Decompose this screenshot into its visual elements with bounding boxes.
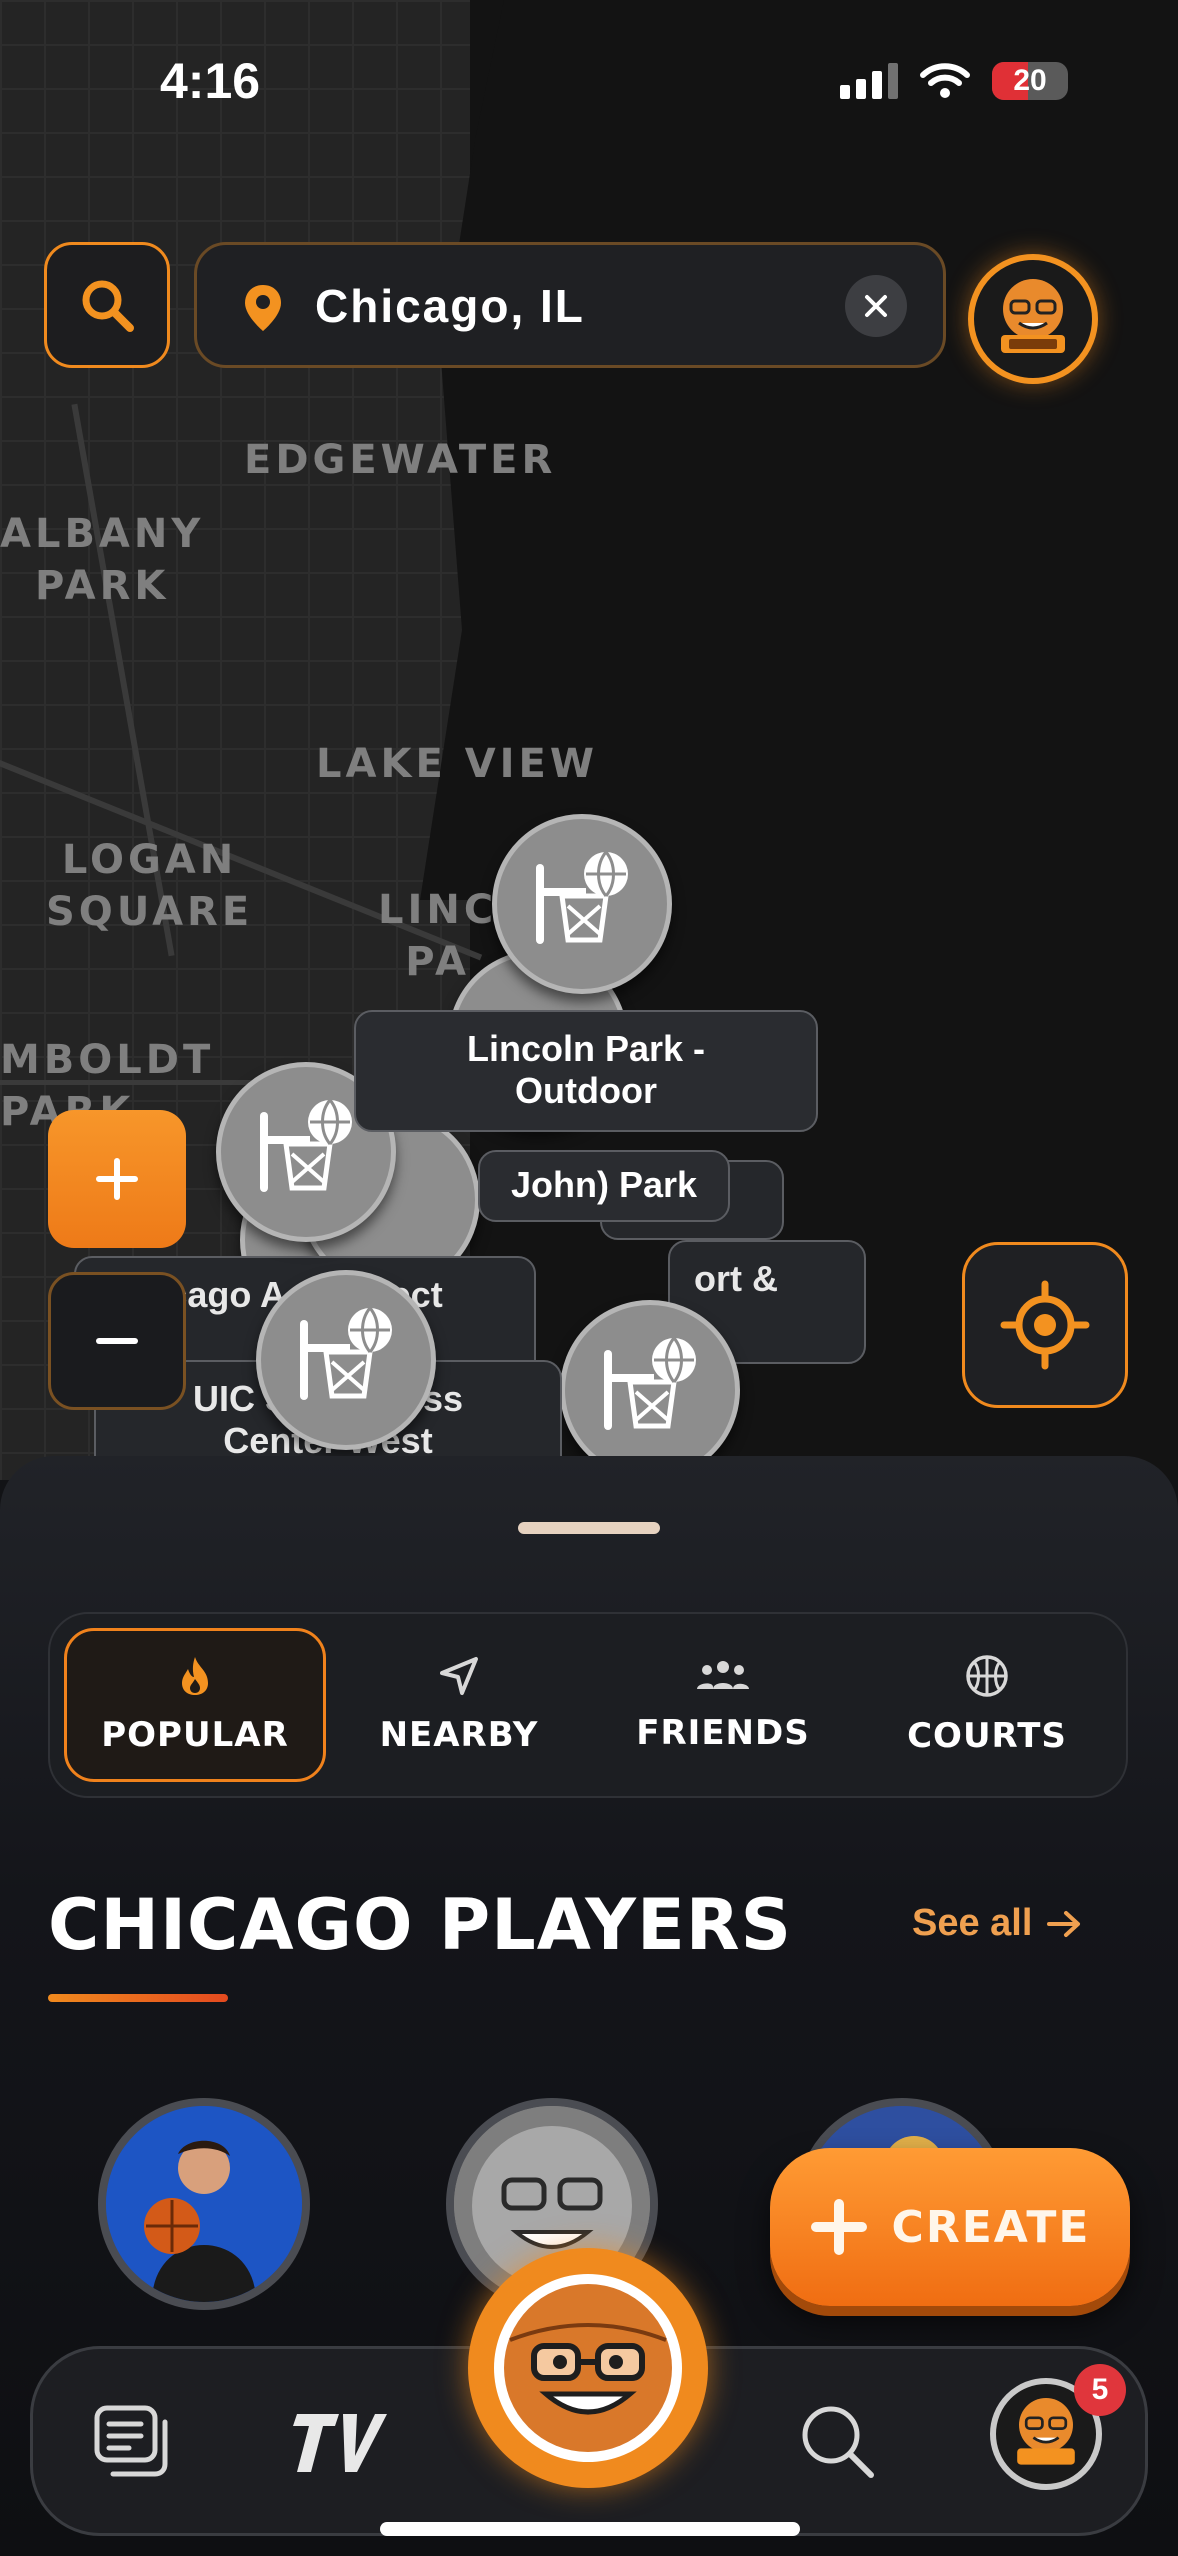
profile-avatar-button[interactable]	[968, 254, 1098, 384]
create-label: CREATE	[891, 2201, 1091, 2253]
flame-icon	[182, 1657, 208, 1695]
location-input[interactable]: Chicago, IL	[315, 279, 585, 333]
tab-nearby[interactable]: NEARBY	[328, 1628, 590, 1782]
minus-icon	[96, 1338, 138, 1344]
status-time: 4:16	[160, 53, 261, 109]
basketball-hoop-icon	[604, 1337, 696, 1430]
basketball-icon	[966, 1655, 1008, 1697]
tab-label: NEARBY	[379, 1715, 539, 1755]
nav-feed[interactable]	[78, 2386, 188, 2496]
close-icon	[865, 295, 887, 317]
arrow-right-icon	[1047, 1910, 1081, 1937]
section-title: CHICAGO PLAYERS	[48, 1884, 793, 1966]
court-marker[interactable]	[256, 1270, 436, 1450]
battery-icon: 20	[992, 62, 1068, 100]
basketball-hoop-icon	[300, 1307, 392, 1400]
filter-tabs: POPULAR NEARBY FRIENDS COURTS	[48, 1612, 1128, 1798]
tab-friends[interactable]: FRIENDS	[592, 1628, 854, 1782]
sheet-grabber[interactable]	[518, 1522, 660, 1534]
search-button[interactable]	[44, 242, 170, 368]
player-avatar[interactable]	[98, 2098, 310, 2310]
plus-icon	[96, 1158, 138, 1200]
people-icon	[697, 1661, 749, 1689]
tab-courts[interactable]: COURTS	[856, 1628, 1118, 1782]
tab-label: COURTS	[907, 1716, 1067, 1756]
crosshair-icon	[1000, 1280, 1090, 1370]
battery-level: 20	[1013, 64, 1047, 97]
zoom-out-button[interactable]	[48, 1272, 186, 1410]
my-location-button[interactable]	[962, 1242, 1128, 1408]
basketball-hoop-icon	[536, 851, 628, 944]
zoom-in-button[interactable]	[48, 1110, 186, 1248]
status-icons: 20	[840, 62, 1068, 100]
notification-badge: 5	[1074, 2364, 1126, 2416]
plus-icon	[810, 2199, 867, 2255]
search-icon	[802, 2406, 874, 2478]
clear-location-button[interactable]	[845, 275, 907, 337]
neighborhood-label: LAKE VIEW	[316, 741, 598, 787]
tab-label: FRIENDS	[636, 1713, 810, 1753]
court-label[interactable]: John) Park	[478, 1150, 730, 1222]
player-photo	[106, 2106, 302, 2302]
see-all-link[interactable]: See all	[912, 1902, 1082, 1945]
nav-search[interactable]	[782, 2386, 892, 2496]
feed-icon	[94, 2405, 168, 2477]
basketball-hoop-icon	[260, 1099, 352, 1192]
title-underline	[48, 1994, 228, 2002]
search-icon	[82, 280, 134, 332]
court-label-lincoln-park[interactable]: Lincoln Park - Outdoor	[354, 1010, 818, 1132]
check-u-mascot-logo	[1001, 279, 1065, 353]
court-marker[interactable]	[492, 814, 672, 994]
see-all-label: See all	[912, 1902, 1033, 1944]
navigation-arrow-icon	[440, 1657, 478, 1695]
tab-popular[interactable]: POPULAR	[64, 1628, 326, 1782]
tv-icon	[293, 2414, 387, 2472]
neighborhood-label: EDGEWATER	[244, 437, 557, 483]
nav-home-mascot[interactable]	[468, 2248, 708, 2488]
location-pin-icon	[245, 285, 281, 331]
nav-tv[interactable]	[284, 2386, 394, 2496]
neighborhood-label: ALBANY PARK	[0, 511, 205, 609]
cellular-signal-icon	[840, 63, 898, 99]
court-marker[interactable]	[560, 1300, 740, 1480]
basketball-mascot-icon	[494, 2274, 682, 2462]
wifi-icon	[920, 63, 970, 98]
neighborhood-label: LOGAN SQUARE	[46, 837, 254, 935]
create-button[interactable]: CREATE	[770, 2148, 1130, 2306]
home-indicator[interactable]	[380, 2522, 800, 2536]
tab-label: POPULAR	[101, 1715, 289, 1755]
location-search-bar[interactable]: Chicago, IL	[194, 242, 946, 368]
